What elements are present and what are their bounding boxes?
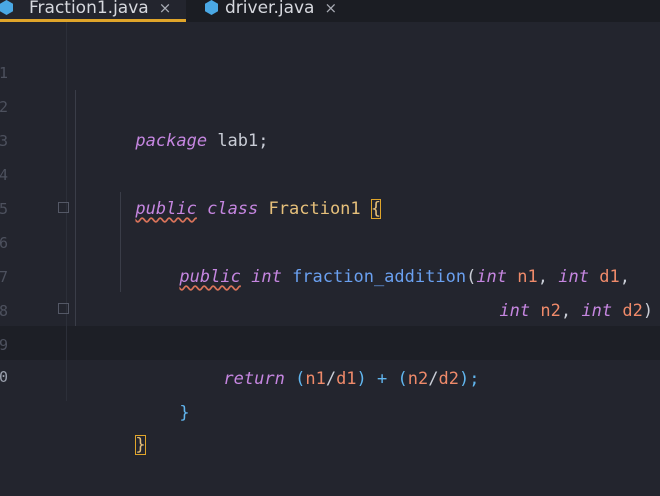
tab-label: Fraction1.java xyxy=(29,0,149,18)
paren: ); xyxy=(458,369,480,389)
code-line-5: 5 public int fraction_addition(int n1, i… xyxy=(0,158,660,287)
code-line-6: 6 int n2, int d2) { xyxy=(0,192,660,321)
close-icon[interactable]: × xyxy=(159,0,172,17)
tab-label: driver.java xyxy=(225,0,315,18)
code-line-2: 2 xyxy=(0,56,660,116)
close-icon[interactable]: × xyxy=(324,0,337,17)
code-line-10: 0 } xyxy=(0,326,660,455)
code-line-3: 3 public class Fraction1 { xyxy=(0,90,660,219)
code-editor[interactable]: 1 package lab1; 2 3 public class Fractio… xyxy=(0,22,660,455)
variable: n1 xyxy=(305,369,326,389)
code-line-7: 7 xyxy=(0,226,660,286)
tab-fraction1-java[interactable]: Fraction1.java × xyxy=(0,0,186,22)
operator: / xyxy=(428,369,439,389)
variable: n2 xyxy=(407,369,429,389)
java-file-icon xyxy=(205,0,218,15)
brace: } xyxy=(135,435,146,455)
code-line-9: 9 } xyxy=(0,294,660,423)
line-number: 0 xyxy=(0,368,8,386)
brace: } xyxy=(179,403,190,423)
keyword: return xyxy=(223,369,285,389)
operator: / xyxy=(325,369,337,389)
editor-tab-bar: Fraction1.java × driver.java × xyxy=(0,0,660,22)
tab-driver-java[interactable]: driver.java × xyxy=(205,0,337,22)
code-line-4: 4 xyxy=(0,124,660,184)
paren: ( xyxy=(284,369,306,389)
operator: ) + ( xyxy=(356,369,408,389)
variable: d1 xyxy=(336,369,357,389)
code-line-8: 8 return (n1/d1) + (n2/d2); xyxy=(0,260,660,389)
variable: d2 xyxy=(438,369,459,389)
code-line-1: 1 package lab1; xyxy=(0,22,660,151)
